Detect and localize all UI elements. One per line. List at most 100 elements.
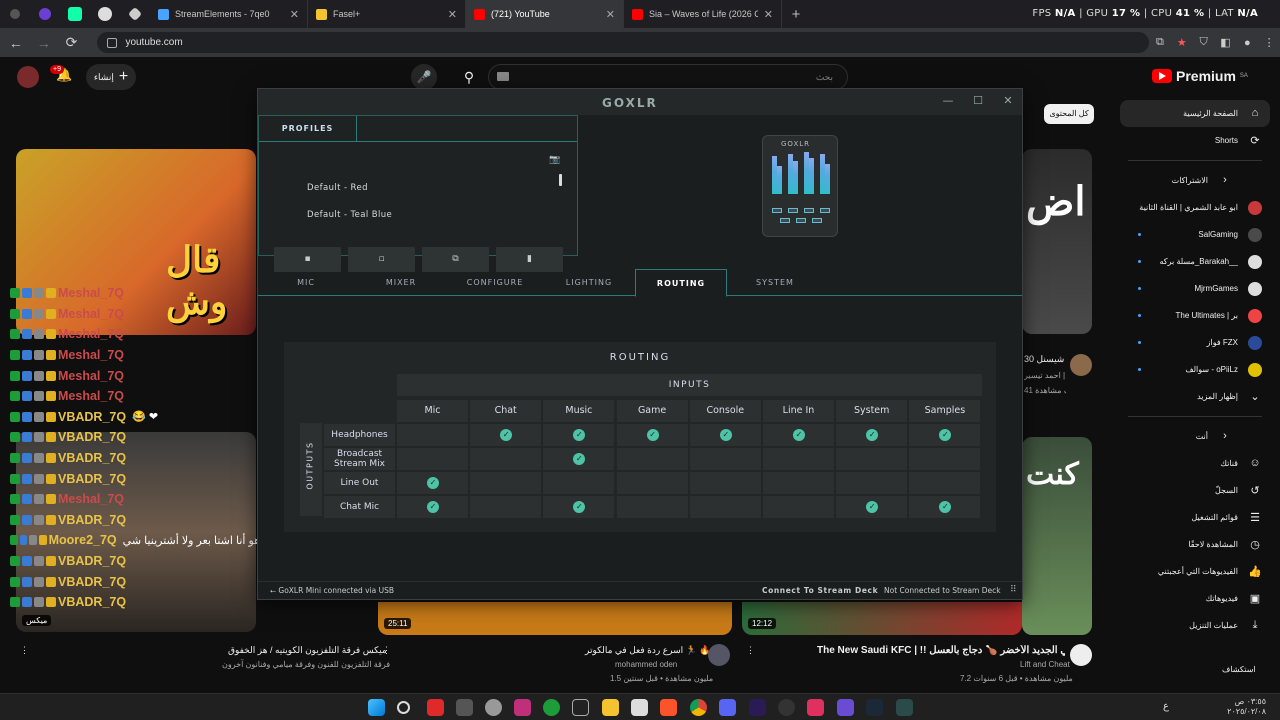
goxlr-title-bar[interactable]: GOXLR — ☐ ✕	[258, 89, 1022, 115]
browser-tab[interactable]: Sia – Waves of Life (2026 Official Vi...…	[624, 0, 782, 28]
tab-profiles[interactable]: PROFILES	[259, 116, 357, 142]
routing-cell[interactable]	[689, 472, 761, 494]
video-thumbnail[interactable]: 25:11	[378, 602, 732, 635]
video-thumbnail[interactable]: كنت	[1022, 437, 1092, 635]
voice-search-icon[interactable]: 🎤	[411, 64, 437, 90]
chrome-icon[interactable]	[690, 699, 707, 716]
close-tab-icon[interactable]: ✕	[448, 8, 457, 21]
channel-name[interactable]: Lift and Cheat	[1020, 660, 1070, 669]
tab-system[interactable]: SYSTEM	[729, 269, 821, 296]
camera-icon[interactable]: 📷	[549, 155, 560, 165]
routing-cell[interactable]: ✓	[543, 496, 615, 518]
routing-cell[interactable]	[470, 448, 542, 470]
premiere-icon[interactable]	[749, 699, 766, 716]
new-tab-button[interactable]: +	[782, 6, 810, 23]
app-icon-1[interactable]	[427, 699, 444, 716]
extensions-icon[interactable]: ◧	[1215, 36, 1237, 49]
pinned-tab-5[interactable]	[120, 0, 150, 28]
channel-avatar[interactable]	[1070, 644, 1092, 666]
steam-icon[interactable]	[866, 699, 883, 716]
browser-tab[interactable]: Fasel+ ✕	[308, 0, 466, 28]
url-field[interactable]: youtube.com	[97, 32, 1150, 53]
tab-mic[interactable]: MIC	[260, 269, 352, 296]
create-button[interactable]: إنشاء +	[86, 64, 136, 90]
pinned-tab-2[interactable]	[30, 0, 60, 28]
sidebar-item-watch-later[interactable]: المشاهدة لاحقًا ◷	[1120, 531, 1270, 558]
account-avatar[interactable]	[17, 66, 39, 88]
maximize-icon[interactable]: ☐	[971, 94, 985, 108]
routing-cell[interactable]	[763, 448, 834, 470]
routing-cell[interactable]	[909, 448, 981, 470]
app-icon-5[interactable]	[631, 699, 648, 716]
sidebar-item-home[interactable]: الصفحة الرئيسية ⌂	[1120, 100, 1270, 127]
sidebar-item-subscription[interactable]: مسلة بركه_Barakah__	[1120, 248, 1270, 275]
video-more-icon[interactable]: ⋮	[746, 645, 755, 656]
tab-lighting[interactable]: LIGHTING	[543, 269, 635, 296]
video-more-icon[interactable]: ⋮	[382, 645, 391, 656]
reload-icon[interactable]: ⟳	[60, 34, 84, 51]
routing-cell[interactable]	[543, 472, 615, 494]
language-indicator[interactable]: ع	[1163, 701, 1169, 712]
you-header[interactable]: أنت ›	[1120, 423, 1270, 450]
tiktok-icon[interactable]	[807, 699, 824, 716]
file-explorer-icon[interactable]	[602, 699, 619, 716]
routing-cell[interactable]	[763, 472, 834, 494]
pinned-tab-4[interactable]	[90, 0, 120, 28]
forward-icon[interactable]: →	[32, 35, 56, 51]
start-icon[interactable]	[368, 699, 385, 716]
channel-avatar[interactable]	[1070, 354, 1092, 376]
routing-cell[interactable]: ✓	[689, 424, 761, 446]
routing-cell[interactable]: ✓	[397, 472, 468, 494]
routing-cell[interactable]: ✓	[763, 424, 834, 446]
routing-cell[interactable]: ✓	[397, 496, 468, 518]
minimize-icon[interactable]: —	[941, 94, 955, 108]
youtube-logo[interactable]: Premium SA	[1152, 68, 1248, 84]
routing-cell[interactable]	[836, 472, 908, 494]
routing-cell[interactable]: ✓	[470, 424, 542, 446]
bookmark-star-icon[interactable]: ★	[1171, 36, 1193, 49]
pinned-tab-3[interactable]	[60, 0, 90, 28]
sidebar-item-subscription[interactable]: SalGaming	[1120, 221, 1270, 248]
video-more-icon[interactable]: ⋮	[20, 645, 29, 656]
close-icon[interactable]: ✕	[1001, 94, 1015, 108]
routing-cell[interactable]	[909, 472, 981, 494]
routing-cell[interactable]	[397, 448, 468, 470]
search-icon[interactable]: ⚲	[456, 64, 482, 90]
app-icon-6[interactable]	[837, 699, 854, 716]
sidebar-item-your-channel[interactable]: قناتك ☺	[1120, 450, 1270, 477]
routing-cell[interactable]	[763, 496, 834, 518]
sidebar-item-liked[interactable]: الفيديوهات التي أعجبتني 👍	[1120, 558, 1270, 585]
sidebar-item-downloads[interactable]: عمليات التنزيل ⤓	[1120, 612, 1270, 639]
video-title[interactable]: شيسنل 30	[1024, 354, 1066, 365]
sidebar-item-subscription[interactable]: فواز FZX	[1120, 329, 1270, 356]
routing-cell[interactable]: ✓	[543, 448, 615, 470]
routing-cell[interactable]: ✓	[836, 424, 908, 446]
search-input[interactable]: بحث	[488, 64, 848, 90]
site-info-icon[interactable]	[107, 37, 118, 48]
back-icon[interactable]: ←	[4, 35, 28, 51]
subscriptions-header[interactable]: الاشتراكات ›	[1120, 167, 1270, 194]
sidebar-item-shorts[interactable]: Shorts ⟳	[1120, 127, 1270, 154]
routing-cell[interactable]: ✓	[616, 424, 688, 446]
close-tab-icon[interactable]: ✕	[290, 8, 299, 21]
sidebar-item-history[interactable]: السجلّ ↺	[1120, 477, 1270, 504]
sidebar-item-subscription[interactable]: ابو عابد الشمري | القناة الثانية	[1120, 194, 1270, 221]
close-tab-icon[interactable]: ✕	[764, 8, 773, 21]
close-tab-icon[interactable]: ✕	[606, 8, 615, 21]
routing-cell[interactable]	[616, 448, 688, 470]
pinned-tab-1[interactable]	[0, 0, 30, 28]
keyboard-icon[interactable]	[497, 72, 509, 81]
sidebar-item-subscription[interactable]: MjrmGames	[1120, 275, 1270, 302]
routing-cell[interactable]	[616, 496, 688, 518]
routing-cell[interactable]: ✓	[836, 496, 908, 518]
sidebar-item-subscription[interactable]: سوالف - oPiiLz	[1120, 356, 1270, 383]
tab-configure[interactable]: CONFIGURE	[449, 269, 541, 296]
profiles-scrollbar[interactable]	[559, 174, 562, 186]
routing-cell[interactable]	[470, 472, 542, 494]
browser-tab[interactable]: StreamElements - 7qe0 ✕	[150, 0, 308, 28]
search-icon[interactable]	[397, 701, 410, 714]
app-icon-4[interactable]	[572, 699, 589, 716]
video-thumbnail[interactable]: اض	[1022, 149, 1092, 334]
shield-icon[interactable]: ⛉	[1193, 36, 1215, 49]
video-title[interactable]: The New Saudi KFC | !! كنتاكي الجديد الأ…	[817, 645, 1065, 656]
